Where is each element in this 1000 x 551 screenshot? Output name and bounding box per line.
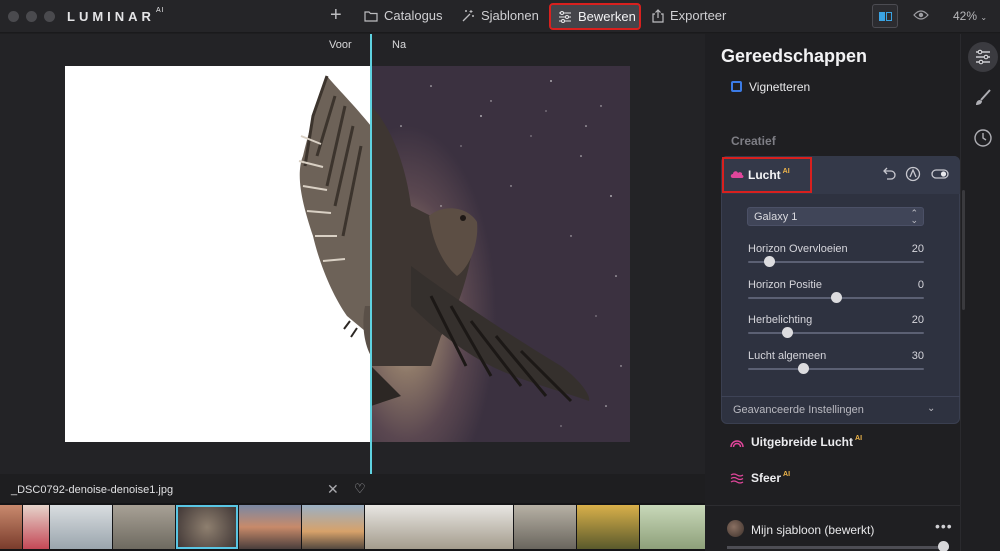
divider [721, 396, 960, 397]
horizon-positie-slider[interactable] [748, 292, 924, 303]
mask-icon[interactable] [905, 166, 921, 182]
zoom-value: 42% [953, 9, 978, 23]
sliders-icon [559, 10, 571, 23]
template-label: Mijn sjabloon (bewerkt) [751, 523, 875, 537]
add-button[interactable]: + [330, 4, 342, 26]
zoom-dropdown[interactable]: 42% ⌄ [953, 9, 987, 23]
thumbnail[interactable] [577, 505, 639, 549]
brush-icon [976, 89, 991, 105]
thumbnail[interactable] [0, 505, 22, 549]
thumbnail-selected[interactable] [176, 505, 238, 549]
sky-preset-select[interactable]: Galaxy 1 ⌃ ⌄ [747, 207, 924, 226]
before-image [65, 66, 371, 442]
app-logo: LUMINARAI [67, 7, 165, 24]
template-amount-slider[interactable] [727, 546, 949, 549]
waves-icon [730, 472, 744, 484]
window-minimize-button[interactable] [26, 11, 37, 22]
uitgebreide-lucht-label: Uitgebreide Lucht [751, 435, 854, 449]
more-options-button[interactable]: ••• [935, 518, 953, 534]
history-panel-button[interactable] [968, 123, 998, 153]
template-thumbnail [727, 520, 744, 537]
filmstrip[interactable] [0, 503, 705, 551]
slider-value: 20 [911, 243, 924, 255]
slider-value: 30 [911, 350, 924, 362]
window-close-button[interactable] [8, 11, 19, 22]
after-label: Na [392, 39, 407, 51]
advanced-settings-toggle[interactable]: Geavanceerde Instellingen [733, 404, 864, 416]
catalogus-tab[interactable]: Catalogus [364, 8, 443, 23]
slider-label: Herbelichting [748, 314, 813, 326]
tools-panel-button[interactable] [968, 42, 998, 72]
sjablonen-tab[interactable]: Sjablonen [461, 8, 539, 23]
slider-label: Horizon Overvloeien [748, 243, 848, 255]
thumbnail[interactable] [640, 505, 705, 549]
sliders-icon [976, 49, 990, 65]
slider-knob[interactable] [797, 363, 809, 374]
section-creatief: Creatief [731, 134, 776, 148]
slider-value: 0 [917, 279, 924, 291]
slider-knob[interactable] [938, 541, 949, 551]
sfeer-label: Sfeer [751, 471, 782, 485]
rainbow-icon [730, 439, 744, 447]
catalogus-label: Catalogus [384, 8, 443, 23]
compare-split-handle[interactable] [370, 34, 372, 474]
exporteer-label: Exporteer [670, 8, 727, 23]
slider-label: Lucht algemeen [748, 350, 827, 362]
chevron-down-icon[interactable]: ⌄ [927, 403, 935, 414]
herbelichting-slider[interactable] [748, 327, 924, 338]
uitgebreide-lucht-tool[interactable]: Uitgebreide Lucht AI [730, 435, 862, 449]
vignetteren-tool[interactable]: Vignetteren [749, 80, 810, 94]
thumbnail[interactable] [302, 505, 364, 549]
bewerken-label: Bewerken [578, 9, 636, 24]
before-label: Voor [329, 39, 352, 51]
window-zoom-button[interactable] [44, 11, 55, 22]
slider-label: Horizon Positie [748, 279, 822, 291]
heart-icon[interactable]: ♡ [354, 481, 366, 497]
lucht-algemeen-slider[interactable] [748, 363, 924, 374]
sjablonen-label: Sjablonen [481, 8, 539, 23]
brush-panel-button[interactable] [968, 83, 998, 113]
after-image [371, 66, 630, 442]
thumbnail[interactable] [50, 505, 112, 549]
thumbnail[interactable] [365, 505, 513, 549]
thumbnail[interactable] [113, 505, 175, 549]
top-bar: LUMINARAI + Catalogus Sjablonen Bewerken… [0, 0, 1000, 33]
divider [705, 505, 960, 506]
close-icon[interactable]: ✕ [327, 481, 339, 498]
file-name: _DSC0792-denoise-denoise1.jpg [11, 484, 174, 496]
slider-knob[interactable] [781, 327, 793, 338]
thumbnail[interactable] [23, 505, 49, 549]
folder-icon [364, 10, 378, 22]
undo-icon[interactable] [881, 166, 897, 182]
slider-value: 20 [911, 314, 924, 326]
thumbnail[interactable] [239, 505, 301, 549]
bewerken-tab[interactable]: Bewerken [549, 3, 641, 30]
compare-toggle-button[interactable] [872, 4, 898, 28]
panel-scrollbar[interactable] [962, 190, 965, 310]
horizon-overvloeien-slider[interactable] [748, 256, 924, 267]
toggle-visibility-icon[interactable] [931, 166, 949, 182]
panel-title: Gereedschappen [721, 46, 868, 66]
lucht-highlight [722, 157, 812, 193]
clock-icon [974, 129, 992, 147]
thumbnail[interactable] [514, 505, 576, 549]
chevron-updown-icon: ⌃ ⌄ [910, 208, 918, 225]
eye-icon[interactable] [913, 9, 929, 21]
vignette-icon [731, 81, 742, 92]
slider-knob[interactable] [831, 292, 842, 303]
sfeer-tool[interactable]: Sfeer AI [730, 471, 790, 485]
sky-preset-value: Galaxy 1 [754, 211, 798, 223]
magic-wand-icon [462, 9, 474, 21]
exporteer-tab[interactable]: Exporteer [652, 8, 726, 23]
share-icon [652, 8, 664, 23]
